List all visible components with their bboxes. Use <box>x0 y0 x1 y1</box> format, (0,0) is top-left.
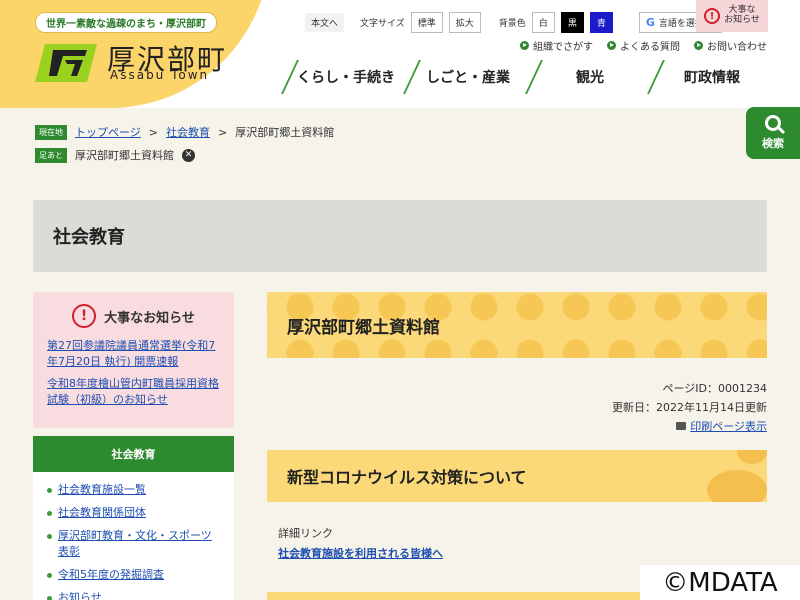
section-heading-text: 新型コロナウイルス対策について <box>287 468 527 487</box>
page-id: ページID：0001234 <box>662 382 767 395</box>
important-notice-label: 大事な お知らせ <box>724 5 760 25</box>
bullet-icon <box>47 573 52 578</box>
gnav-item-work[interactable]: しごと・産業 <box>407 58 529 96</box>
footprint-tag: 足あと <box>35 147 67 163</box>
skip-to-content-button[interactable]: 本文へ <box>305 13 345 32</box>
side-nav-link[interactable]: 令和5年度の発掘調査 <box>58 567 164 583</box>
detail-label: 詳細リンク <box>278 527 333 540</box>
side-nav-item: 社会教育関係団体 <box>47 505 222 521</box>
util-link-contact[interactable]: お問い合わせ <box>694 38 767 53</box>
accessibility-tools: 本文へ 文字サイズ 標準 拡大 背景色 白 黒 青 G 言語を選択 ▼ <box>305 12 722 33</box>
font-large-button[interactable]: 拡大 <box>448 12 481 33</box>
side-nav-item: 厚沢部町教育・文化・スポーツ表彰 <box>47 528 222 560</box>
copyright-watermark: ©MDATA <box>640 565 800 600</box>
breadcrumb-current: 厚沢部町郷土資料館 <box>235 126 335 139</box>
util-link-label: よくある質問 <box>620 42 680 53</box>
breadcrumb-separator: > <box>148 125 158 139</box>
font-normal-button[interactable]: 標準 <box>410 12 443 33</box>
bg-black-button[interactable]: 黒 <box>560 12 584 33</box>
printer-icon <box>676 422 687 430</box>
util-link-faq[interactable]: よくある質問 <box>607 38 680 53</box>
search-icon <box>765 115 781 131</box>
decorative-blob <box>707 470 767 502</box>
side-nav-item: お知らせ <box>47 590 222 600</box>
side-nav-item: 社会教育施設一覧 <box>47 482 222 498</box>
section-heading: 新型コロナウイルス対策について <box>267 450 767 502</box>
bullet-icon <box>47 534 52 539</box>
breadcrumb-separator: > <box>218 125 228 139</box>
content-title: 厚沢部町郷土資料館 <box>267 292 767 358</box>
gnav-item-tourism[interactable]: 観光 <box>529 58 651 96</box>
bullet-icon <box>47 596 52 600</box>
close-icon[interactable]: ✕ <box>182 148 195 162</box>
side-nav-link[interactable]: 社会教育施設一覧 <box>58 482 146 498</box>
detail-link[interactable]: 社会教育施設を利用される皆様へ <box>278 545 443 561</box>
breadcrumb: 現在地 トップページ > 社会教育 > 厚沢部町郷土資料館 <box>35 124 334 140</box>
updated-date: 更新日：2022年11月14日更新 <box>612 401 767 414</box>
breadcrumb-home-link[interactable]: トップページ <box>75 124 141 140</box>
font-size-label: 文字サイズ <box>360 19 405 29</box>
side-nav: 社会教育 社会教育施設一覧 社会教育関係団体 厚沢部町教育・文化・スポーツ表彰 … <box>33 436 234 600</box>
current-location-tag: 現在地 <box>35 124 67 140</box>
util-link-organization[interactable]: 組織でさがす <box>520 38 593 53</box>
breadcrumb-section-link[interactable]: 社会教育 <box>166 124 210 140</box>
side-nav-list: 社会教育施設一覧 社会教育関係団体 厚沢部町教育・文化・スポーツ表彰 令和5年度… <box>33 472 234 600</box>
bullet-icon <box>47 511 52 516</box>
search-label: 検索 <box>762 137 784 150</box>
gnav-item-living[interactable]: くらし・手続き <box>285 58 407 96</box>
search-button[interactable]: 検索 <box>746 107 800 159</box>
town-logo-icon[interactable] <box>35 42 97 84</box>
bg-white-button[interactable]: 白 <box>531 12 555 33</box>
notice-link[interactable]: 令和8年度檜山管内町職員採用資格試験（初級）のお知らせ <box>47 376 220 408</box>
print-link[interactable]: 印刷ページ表示 <box>676 418 767 434</box>
utility-links: 組織でさがす よくある質問 お問い合わせ <box>520 38 767 53</box>
google-icon: G <box>645 16 655 29</box>
arrow-circle-icon <box>607 41 616 50</box>
bg-blue-button[interactable]: 青 <box>589 12 613 33</box>
side-nav-item: 令和5年度の発掘調査 <box>47 567 222 583</box>
gnav-item-government[interactable]: 町政情報 <box>651 58 773 96</box>
alert-icon: ! <box>704 8 721 24</box>
global-nav: くらし・手続き しごと・産業 観光 町政情報 <box>285 58 773 96</box>
util-link-label: お問い合わせ <box>707 42 767 53</box>
footprint-item[interactable]: 厚沢部町郷土資料館 <box>75 147 174 163</box>
decorative-blob <box>737 450 767 464</box>
notice-link[interactable]: 第27回参議院議員通常選挙(令和7年7月20日 執行) 開票速報 <box>47 338 220 370</box>
print-label: 印刷ページ表示 <box>690 420 767 433</box>
side-nav-title: 社会教育 <box>33 436 234 472</box>
side-nav-link[interactable]: お知らせ <box>58 590 102 600</box>
side-nav-link[interactable]: 社会教育関係団体 <box>58 505 146 521</box>
important-notice-button[interactable]: ! 大事な お知らせ <box>696 0 768 32</box>
alert-icon: ! <box>72 304 97 328</box>
side-nav-link[interactable]: 厚沢部町教育・文化・スポーツ表彰 <box>58 528 222 560</box>
site-tagline: 世界一素敵な過疎のまち・厚沢部町 <box>35 12 217 33</box>
arrow-circle-icon <box>520 41 529 50</box>
logo-subtitle: Assabu Town <box>110 68 210 82</box>
important-notice-panel: ! 大事なお知らせ 第27回参議院議員通常選挙(令和7年7月20日 執行) 開票… <box>33 292 234 428</box>
arrow-circle-icon <box>694 41 703 50</box>
notice-heading: ! 大事なお知らせ <box>47 304 220 328</box>
page-title: 社会教育 <box>33 200 767 272</box>
site-header: 世界一素敵な過疎のまち・厚沢部町 厚沢部町 Assabu Town 本文へ 文字… <box>0 0 800 108</box>
content-title-text: 厚沢部町郷土資料館 <box>287 317 440 338</box>
util-link-label: 組織でさがす <box>533 42 593 53</box>
notice-title: 大事なお知らせ <box>104 310 195 326</box>
footprint: 足あと 厚沢部町郷土資料館 ✕ <box>35 147 195 163</box>
bullet-icon <box>47 488 52 493</box>
bg-color-label: 背景色 <box>498 19 526 29</box>
